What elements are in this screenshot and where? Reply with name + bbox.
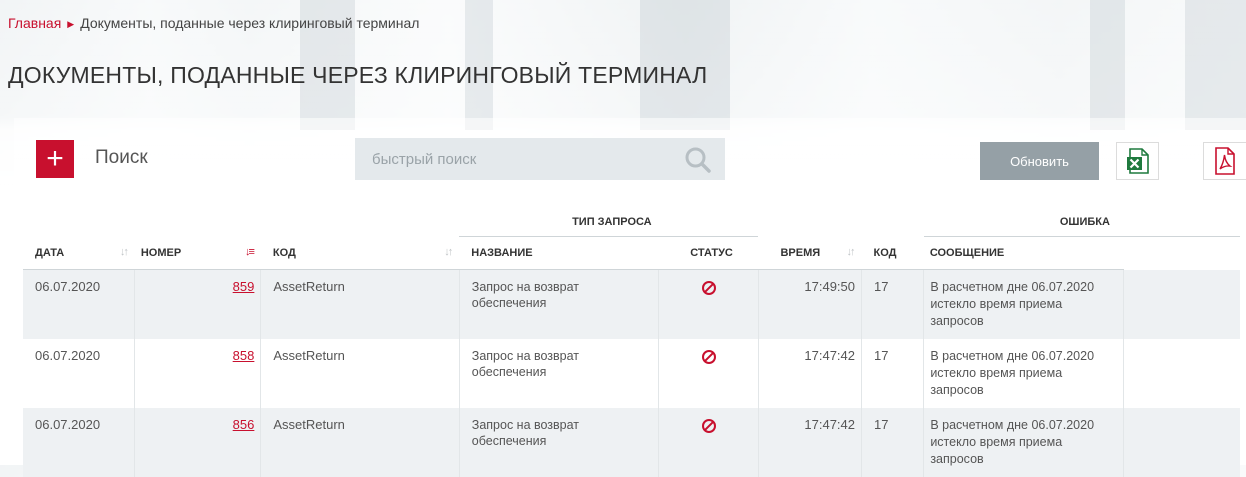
sort-desc-icon[interactable]: ↓≡ (245, 246, 255, 258)
prohibited-icon (701, 281, 716, 295)
breadcrumb: Главная ▶ Документы, поданные через клирин… (8, 15, 419, 31)
cell-error-code: 17 (861, 269, 925, 339)
breadcrumb-home-link[interactable]: Главная (8, 15, 61, 31)
excel-icon (1123, 148, 1152, 174)
document-number-link[interactable]: 858 (233, 348, 255, 363)
pdf-icon (1210, 147, 1240, 175)
column-header-error-code: КОД (861, 236, 924, 270)
export-pdf-button[interactable] (1203, 142, 1246, 180)
table-row[interactable]: 06.07.2020 859 AssetReturn Запрос на воз… (23, 269, 1246, 339)
cell-date: 06.07.2020 (23, 269, 136, 339)
cell-name: Запрос на возврат обеспечения (459, 269, 660, 339)
search-label[interactable]: Поиск (95, 147, 148, 169)
cell-error-code: 17 (861, 338, 925, 408)
page-title: ДОКУМЕНТЫ, ПОДАННЫЕ ЧЕРЕЗ КЛИРИНГОВЫЙ ТЕ… (8, 62, 708, 88)
cell-code: AssetReturn (260, 407, 460, 477)
cell-error-code: 17 (861, 407, 925, 477)
cell-time: 17:47:42 (758, 338, 863, 408)
refresh-button[interactable]: Обновить (980, 142, 1099, 180)
quick-search-box (355, 138, 725, 180)
sort-icon[interactable]: ↓↑ (847, 246, 856, 258)
quick-search-input[interactable] (355, 138, 692, 180)
column-header-code[interactable]: КОД ↓↑ (260, 236, 460, 270)
document-number-link[interactable]: 859 (233, 279, 255, 294)
expand-search-button[interactable]: + (36, 140, 74, 178)
column-header-status: СТАТУС (658, 236, 759, 270)
column-header-date[interactable]: ДАТА ↓↑ (23, 236, 135, 270)
column-header-number[interactable]: НОМЕР ↓≡ (134, 236, 261, 270)
breadcrumb-current: Документы, поданные через клиринговый те… (80, 15, 420, 31)
cell-name: Запрос на возврат обеспечения (459, 338, 660, 408)
export-excel-button[interactable] (1116, 142, 1159, 180)
cell-code: AssetReturn (260, 269, 460, 339)
documents-table: ТИП ЗАПРОСА ОШИБКА ДАТА ↓↑ НОМЕР ↓≡ КОД ↓↑ … (23, 208, 1246, 477)
cell-time: 17:49:50 (758, 269, 863, 339)
breadcrumb-arrow-icon: ▶ (67, 19, 75, 29)
document-number-link[interactable]: 856 (233, 417, 255, 432)
group-header-request-type: ТИП ЗАПРОСА (459, 208, 759, 237)
prohibited-icon (701, 418, 716, 433)
cell-message: В расчетном дне 06.07.2020 истекло время… (923, 407, 1125, 477)
cell-message: В расчетном дне 06.07.2020 истекло время… (923, 338, 1125, 408)
cell-code: AssetReturn (260, 338, 460, 408)
cell-name: Запрос на возврат обеспечения (459, 407, 660, 477)
sort-icon[interactable]: ↓↑ (444, 246, 453, 258)
cell-date: 06.07.2020 (23, 338, 136, 408)
search-icon[interactable] (684, 146, 712, 174)
cell-time: 17:47:42 (758, 407, 863, 477)
cell-date: 06.07.2020 (23, 407, 136, 477)
prohibited-icon (701, 349, 716, 364)
plus-icon: + (46, 142, 64, 175)
table-row[interactable]: 06.07.2020 856 AssetReturn Запрос на воз… (23, 407, 1246, 477)
table-row[interactable]: 06.07.2020 858 AssetReturn Запрос на воз… (23, 338, 1246, 408)
cell-message: В расчетном дне 06.07.2020 истекло время… (923, 269, 1125, 339)
group-header-error: ОШИБКА (923, 208, 1240, 237)
sort-icon[interactable]: ↓↑ (120, 246, 129, 258)
column-header-message: СООБЩЕНИЕ (923, 236, 1124, 270)
column-header-time[interactable]: ВРЕМЯ ↓↑ (758, 236, 862, 270)
column-header-name: НАЗВАНИЕ (459, 236, 659, 270)
